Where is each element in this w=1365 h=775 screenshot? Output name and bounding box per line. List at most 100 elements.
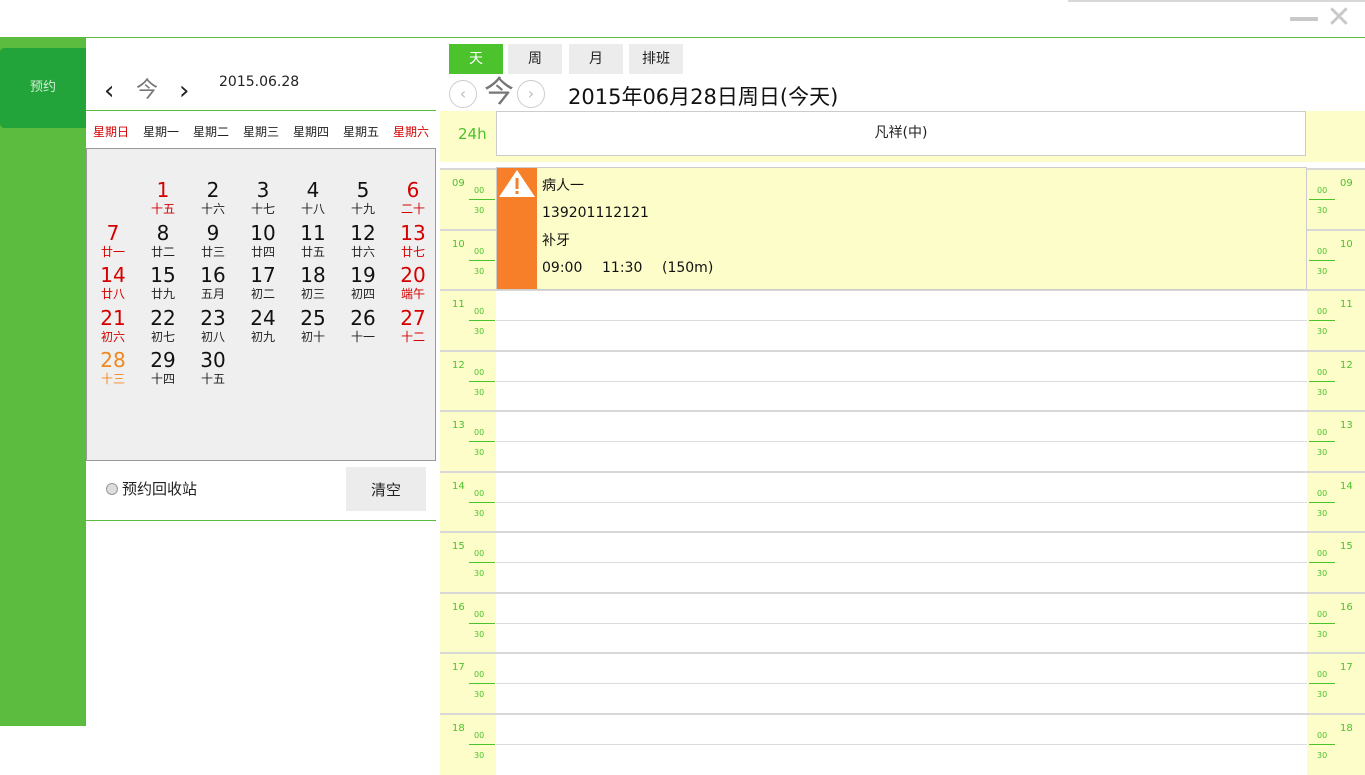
hour-row[interactable]: 13 00 30 13 00 30 bbox=[440, 410, 1365, 472]
calendar-day[interactable]: 19 初四 bbox=[338, 264, 388, 301]
calendar-day-lunar: 廿七 bbox=[400, 244, 425, 259]
calendar-day-lunar: 十九 bbox=[350, 202, 375, 216]
schedule-date-title: 2015年06月28日周日(今天) bbox=[568, 85, 839, 109]
calendar-day[interactable]: 5 十九 bbox=[338, 179, 388, 216]
doctor-column-header[interactable]: 凡祥(中) bbox=[496, 111, 1306, 156]
close-icon[interactable]: ✕ bbox=[1324, 3, 1354, 33]
calendar-day-lunar: 初九 bbox=[250, 329, 275, 344]
calendar-day[interactable]: 30 十五 bbox=[188, 349, 238, 386]
calendar-day-lunar: 十五 bbox=[150, 202, 175, 216]
hour-row[interactable]: 15 00 30 15 00 30 bbox=[440, 531, 1365, 593]
today-big-button[interactable]: 今 bbox=[484, 76, 514, 110]
prev-month-icon[interactable]: ‹ bbox=[104, 78, 114, 104]
appointment-start: 09:00 bbox=[542, 260, 583, 276]
time-gutter-left bbox=[440, 593, 496, 654]
next-month-icon[interactable]: › bbox=[179, 78, 189, 104]
calendar-day[interactable]: 2 十六 bbox=[188, 179, 238, 216]
calendar-day[interactable]: 3 十七 bbox=[238, 179, 288, 216]
title-bar-shadow bbox=[1068, 0, 1365, 2]
minute-00-right: 00 bbox=[1317, 488, 1328, 498]
minute-00-left: 00 bbox=[474, 307, 485, 316]
calendar-day[interactable]: 24 初九 bbox=[238, 307, 288, 344]
minute-00-left: 00 bbox=[474, 186, 485, 195]
appointment-duration: (150m) bbox=[662, 260, 714, 276]
hour-row[interactable]: 12 00 30 12 00 30 bbox=[440, 349, 1365, 412]
calendar-day[interactable]: 6 二十 bbox=[388, 179, 438, 216]
calendar-day[interactable]: 29 十四 bbox=[138, 349, 188, 386]
time-gutter-right bbox=[1307, 230, 1365, 291]
calendar-day[interactable]: 18 初三 bbox=[288, 264, 338, 301]
calendar-day[interactable]: 4 十八 bbox=[288, 179, 338, 216]
calendar-day[interactable]: 10 廿四 bbox=[238, 222, 288, 259]
calendar-day[interactable]: 27 十二 bbox=[388, 307, 438, 344]
weekday-sun: 星期日 bbox=[92, 125, 129, 139]
calendar-day[interactable]: 9 廿三 bbox=[188, 222, 238, 259]
hour-label-left: 13 bbox=[452, 420, 465, 431]
calendar-day[interactable]: 25 初十 bbox=[288, 307, 338, 344]
half-hour-tick-left bbox=[469, 501, 495, 503]
minute-00-left: 00 bbox=[474, 428, 485, 437]
minute-00-left: 00 bbox=[474, 246, 485, 256]
half-hour-line bbox=[496, 501, 1307, 503]
calendar-day-number: 10 bbox=[250, 220, 276, 245]
appointment-card[interactable]: 病人一 139201112121 补牙 09:00 11:30 (150m) bbox=[496, 167, 1307, 290]
calendar-day-number: 12 bbox=[350, 220, 376, 245]
calendar-day[interactable]: 21 初六 bbox=[88, 307, 138, 344]
minute-00-left: 00 bbox=[474, 670, 485, 679]
calendar-day[interactable]: 1 十五 bbox=[138, 179, 188, 216]
minute-00-right: 00 bbox=[1317, 730, 1328, 740]
hour-row[interactable]: 11 00 30 11 00 30 bbox=[440, 289, 1365, 351]
calendar-day[interactable]: 14 廿八 bbox=[88, 264, 138, 301]
today-button[interactable]: 今 bbox=[136, 78, 158, 104]
next-day-icon[interactable]: › bbox=[517, 80, 545, 108]
calendar-day[interactable]: 8 廿二 bbox=[138, 222, 188, 259]
calendar-day[interactable]: 16 五月 bbox=[188, 264, 238, 301]
time-gutter-left bbox=[440, 472, 496, 533]
calendar-day[interactable]: 13 廿七 bbox=[388, 222, 438, 259]
tab-week[interactable]: 周 bbox=[508, 44, 562, 74]
time-gutter-left bbox=[440, 230, 496, 291]
recycle-label[interactable]: 预约回收站 bbox=[122, 478, 197, 499]
tab-month[interactable]: 月 bbox=[569, 44, 623, 74]
hour-label-left: 15 bbox=[452, 541, 465, 552]
hour-label-right: 10 bbox=[1340, 238, 1353, 250]
calendar-day[interactable]: 28 十三 bbox=[88, 349, 138, 386]
hour-label-left: 09 bbox=[452, 178, 465, 189]
hour-label-left: 10 bbox=[452, 238, 465, 250]
nav-item-appointment[interactable]: 预约 bbox=[0, 48, 86, 128]
calendar-day[interactable]: 17 初二 bbox=[238, 264, 288, 301]
title-bar: ✕ bbox=[0, 0, 1365, 38]
minute-30-right: 30 bbox=[1317, 569, 1328, 578]
half-hour-line bbox=[496, 441, 1307, 442]
calendar-day-number: 17 bbox=[250, 263, 276, 287]
hour-row[interactable]: 18 00 30 18 00 30 bbox=[440, 712, 1365, 775]
calendar-day-lunar: 初七 bbox=[150, 329, 175, 344]
prev-day-icon[interactable]: ‹ bbox=[449, 80, 477, 108]
calendar-day-lunar: 初十 bbox=[300, 329, 325, 344]
clear-button[interactable]: 清空 bbox=[346, 467, 426, 511]
calendar-day[interactable]: 23 初八 bbox=[188, 307, 238, 344]
calendar-day-lunar: 廿四 bbox=[250, 244, 275, 259]
calendar-day-lunar: 端午 bbox=[400, 287, 425, 301]
minimize-icon[interactable] bbox=[1290, 17, 1318, 21]
calendar-day[interactable]: 11 廿五 bbox=[288, 222, 338, 259]
calendar-day-number: 11 bbox=[300, 220, 326, 245]
half-hour-tick-left bbox=[469, 743, 495, 745]
time-gutter-right bbox=[1307, 654, 1365, 714]
minute-00-right: 00 bbox=[1317, 609, 1328, 619]
calendar-day[interactable]: 7 廿一 bbox=[88, 222, 138, 259]
time-gutter-right bbox=[1307, 412, 1365, 472]
tab-shift[interactable]: 排班 bbox=[629, 44, 683, 74]
calendar-day[interactable]: 20 端午 bbox=[388, 264, 438, 301]
tab-day[interactable]: 天 bbox=[449, 44, 503, 74]
half-hour-tick-right bbox=[1309, 562, 1335, 563]
calendar-day[interactable]: 22 初七 bbox=[138, 307, 188, 344]
hour-row[interactable]: 16 00 30 16 00 30 bbox=[440, 591, 1365, 654]
calendar-day[interactable]: 12 廿六 bbox=[338, 222, 388, 259]
hour-row[interactable]: 17 00 30 17 00 30 bbox=[440, 652, 1365, 714]
recycle-radio[interactable] bbox=[106, 483, 118, 495]
calendar-day[interactable]: 15 廿九 bbox=[138, 264, 188, 301]
hour-row[interactable]: 14 00 30 14 00 30 bbox=[440, 470, 1365, 533]
calendar-day-number: 28 bbox=[100, 348, 126, 372]
calendar-day[interactable]: 26 十一 bbox=[338, 307, 388, 344]
